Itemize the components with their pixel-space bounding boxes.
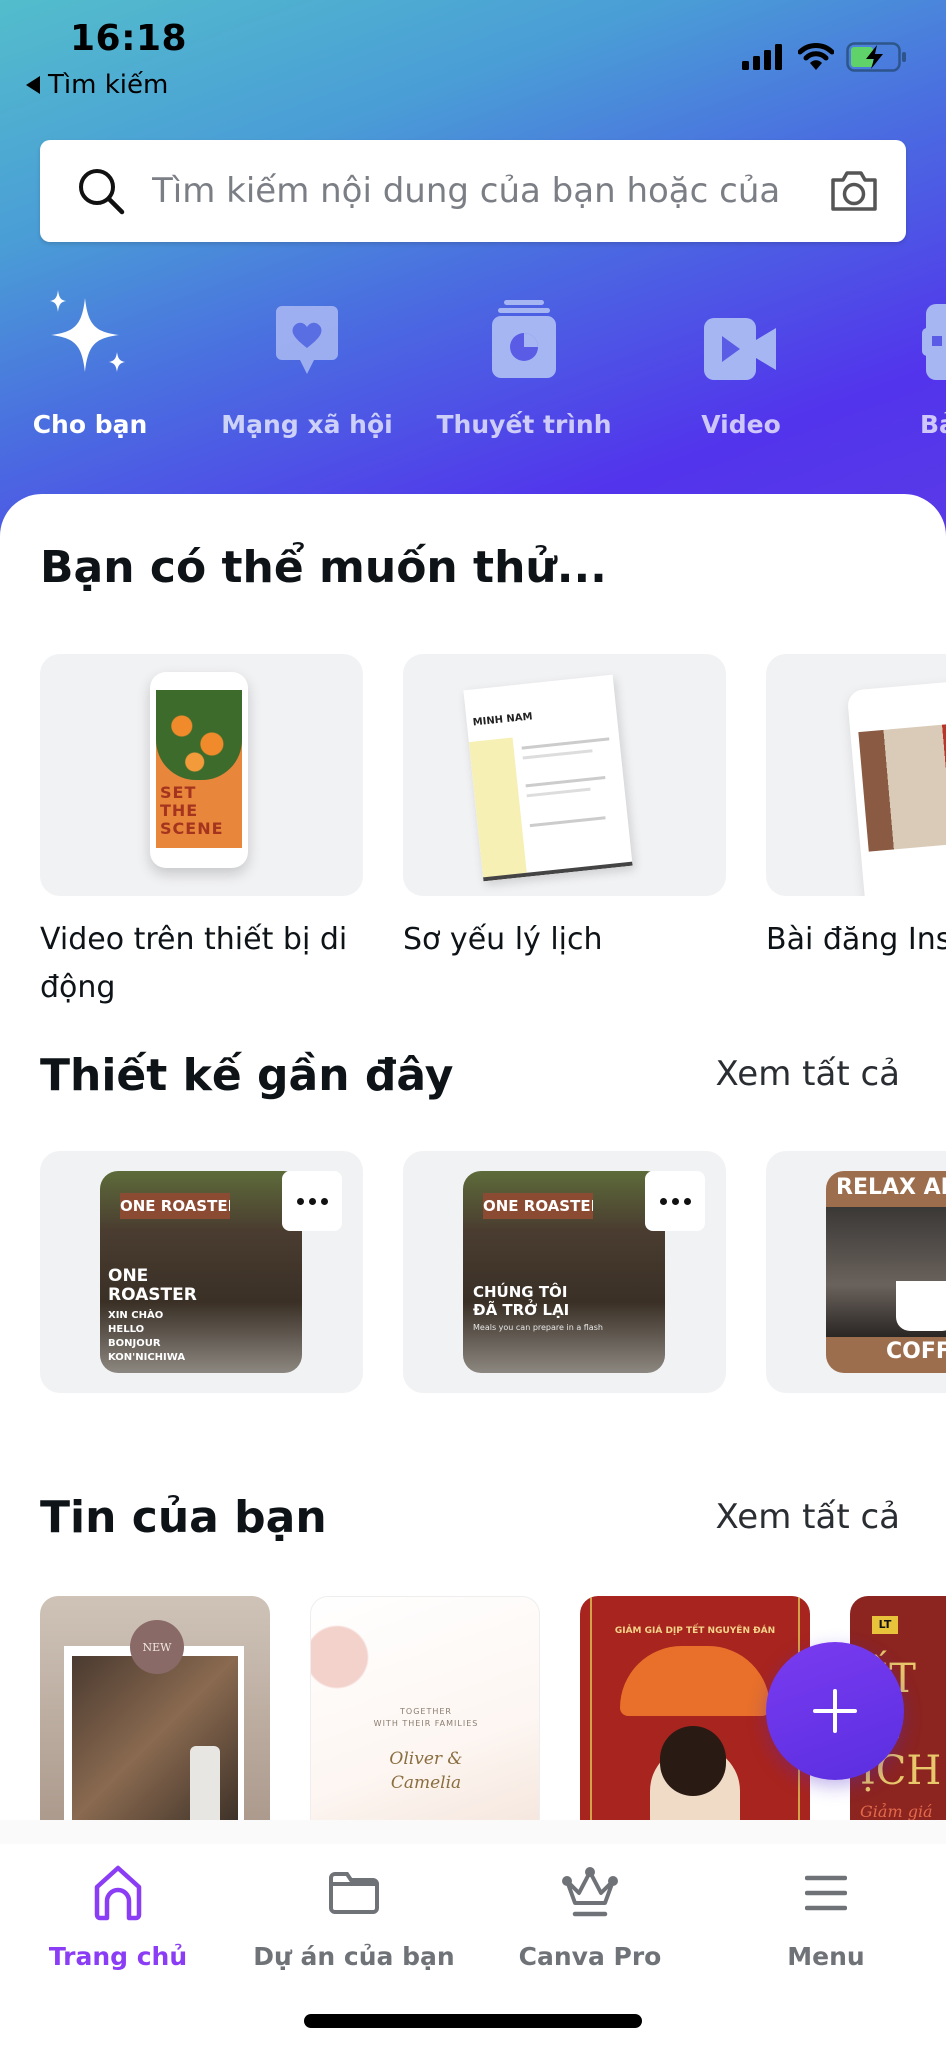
invite-line: TOGETHER [400,1707,452,1716]
status-icons [742,42,908,72]
more-dot [659,1197,667,1205]
recent-design-card[interactable]: RELAX AND COFFEE [766,1151,946,1393]
thumbnail-text: COFFEE [886,1339,946,1364]
tab-label: Mạng xã hội [221,410,393,439]
nav-label: Menu [787,1942,865,1971]
nav-canva-pro[interactable]: Canva Pro [472,1858,708,1971]
phone-mockup: SET THE SCENE [150,672,248,868]
design-thumbnail: ONE ROASTER ONE ROASTER XIN CHÀO HELLO B… [100,1171,302,1373]
nav-your-projects[interactable]: Dự án của bạn [236,1858,472,1971]
invite-names: Oliver & Camelia [389,1749,463,1793]
thumbnail-line: BONJOUR [108,1338,161,1349]
tab-for-you[interactable]: Cho bạn [0,285,190,439]
suggestion-label[interactable]: Bài đăng Ins [766,916,946,964]
thumbnail-image: SET THE SCENE [156,690,242,848]
tab-video[interactable]: Video [641,285,841,439]
plus-icon [813,1689,857,1733]
resume-name: MINH NAM [472,711,534,729]
suggestions-title: Bạn có thể muốn thử... [40,542,607,593]
tab-social-media[interactable]: Mạng xã hội [207,285,407,439]
more-options-button[interactable] [645,1171,705,1231]
suggestion-card-mobile-video[interactable]: SET THE SCENE [40,654,363,896]
stories-see-all-link[interactable]: Xem tất cả [716,1497,900,1537]
home-icon [94,1865,142,1921]
more-dot [308,1197,316,1205]
crown-icon [562,1867,618,1917]
brand-logo: LT [872,1616,898,1634]
tab-label: Video [701,410,781,439]
thumbnail-text: CHÚNG TÔI ĐÃ TRỞ LẠI [473,1283,570,1319]
tab-label: Thuyết trình [436,410,612,439]
camera-icon[interactable] [828,168,880,214]
tab-print[interactable]: Bả [858,285,946,439]
nav-label: Canva Pro [518,1942,662,1971]
thumbnail-text: ONE ROASTER [108,1266,197,1305]
heart-bubble-icon [276,306,338,374]
arc-text: GIẢM GIÁ DỊP TẾT NGUYÊN ĐÁN [614,1626,776,1636]
tab-label: Cho bạn [32,410,148,439]
invite-line: WITH THEIR FAMILIES [373,1719,479,1728]
post-preview [846,677,946,896]
search-input[interactable]: Tìm kiếm nội dung của bạn hoặc của [152,171,828,211]
nav-label: Trang chủ [48,1942,188,1971]
nav-home[interactable]: Trang chủ [0,1858,236,1971]
story-subtitle: Giảm giá [860,1802,933,1821]
nav-label: Dự án của bạn [253,1942,455,1971]
story-card[interactable]: NEW [40,1596,270,1844]
thumbnail-line: KON'NICHIWA [108,1352,186,1363]
more-options-button[interactable] [282,1171,342,1231]
suggestion-card-instagram-post[interactable] [766,654,946,896]
wifi-icon [798,43,834,70]
battery-charging-icon [846,42,906,72]
tab-presentation[interactable]: Thuyết trình [424,285,624,439]
create-design-button[interactable] [766,1642,904,1780]
presentation-chart-icon [492,300,556,378]
status-time: 16:18 [70,18,188,59]
bottom-nav-divider [0,1820,946,1844]
search-bar[interactable]: Tìm kiếm nội dung của bạn hoặc của [40,140,906,242]
home-content: Bạn có thể muốn thử... SET THE SCENE Vid… [0,494,946,1844]
new-badge: NEW [130,1620,184,1674]
design-thumbnail: ONE ROASTER CHÚNG TÔI ĐÃ TRỞ LẠI Meals y… [463,1171,665,1373]
thumbnail-text: SET THE SCENE [160,783,224,838]
recent-design-card[interactable]: ONE ROASTER ONE ROASTER XIN CHÀO HELLO B… [40,1151,363,1393]
thumbnail-header: ONE ROASTER [120,1193,230,1219]
design-thumbnail: RELAX AND COFFEE [826,1171,946,1373]
thumbnail-line: HELLO [108,1324,145,1335]
video-camera-icon [704,318,776,380]
thumbnail-header: RELAX AND [836,1175,946,1200]
home-indicator[interactable] [304,2014,642,2028]
suggestion-label[interactable]: Sơ yếu lý lịch [403,916,723,964]
more-dot [320,1197,328,1205]
back-to-search-link[interactable]: Tìm kiếm [26,70,168,100]
search-icon [79,169,125,215]
recent-design-card[interactable]: ONE ROASTER CHÚNG TÔI ĐÃ TRỞ LẠI Meals y… [403,1151,726,1393]
category-tabs: Cho bạn Mạng xã hội Thuyết trình Video B [0,285,946,455]
suggestion-card-resume[interactable]: MINH NAM [403,654,726,896]
cellular-signal-icon [742,44,782,70]
print-icon [922,304,946,380]
suggestion-label[interactable]: Video trên thiết bị di động [40,916,360,1012]
resume-preview: MINH NAM [463,674,633,882]
nav-menu[interactable]: Menu [708,1858,944,1971]
folder-icon [329,1872,379,1914]
hamburger-menu-icon [805,1875,847,1911]
more-dot [671,1197,679,1205]
more-dot [683,1197,691,1205]
back-arrow-icon [26,76,40,94]
back-label: Tìm kiếm [48,70,169,100]
recent-designs-title: Thiết kế gần đây [40,1050,454,1101]
thumbnail-line: Meals you can prepare in a flash [473,1323,603,1332]
thumbnail-header: ONE ROASTER [483,1193,593,1219]
more-dot [296,1197,304,1205]
thumbnail-line: XIN CHÀO [108,1310,164,1321]
header-gradient: 16:18 Tìm kiếm Tìm kiếm nội dung của bạn [0,0,946,540]
story-card[interactable]: TOGETHER WITH THEIR FAMILIES Oliver & Ca… [310,1596,540,1844]
sparkle-icon [50,290,125,372]
recent-designs-see-all-link[interactable]: Xem tất cả [716,1054,900,1094]
tab-label: Bả [920,410,946,439]
stories-title: Tin của bạn [40,1492,327,1543]
